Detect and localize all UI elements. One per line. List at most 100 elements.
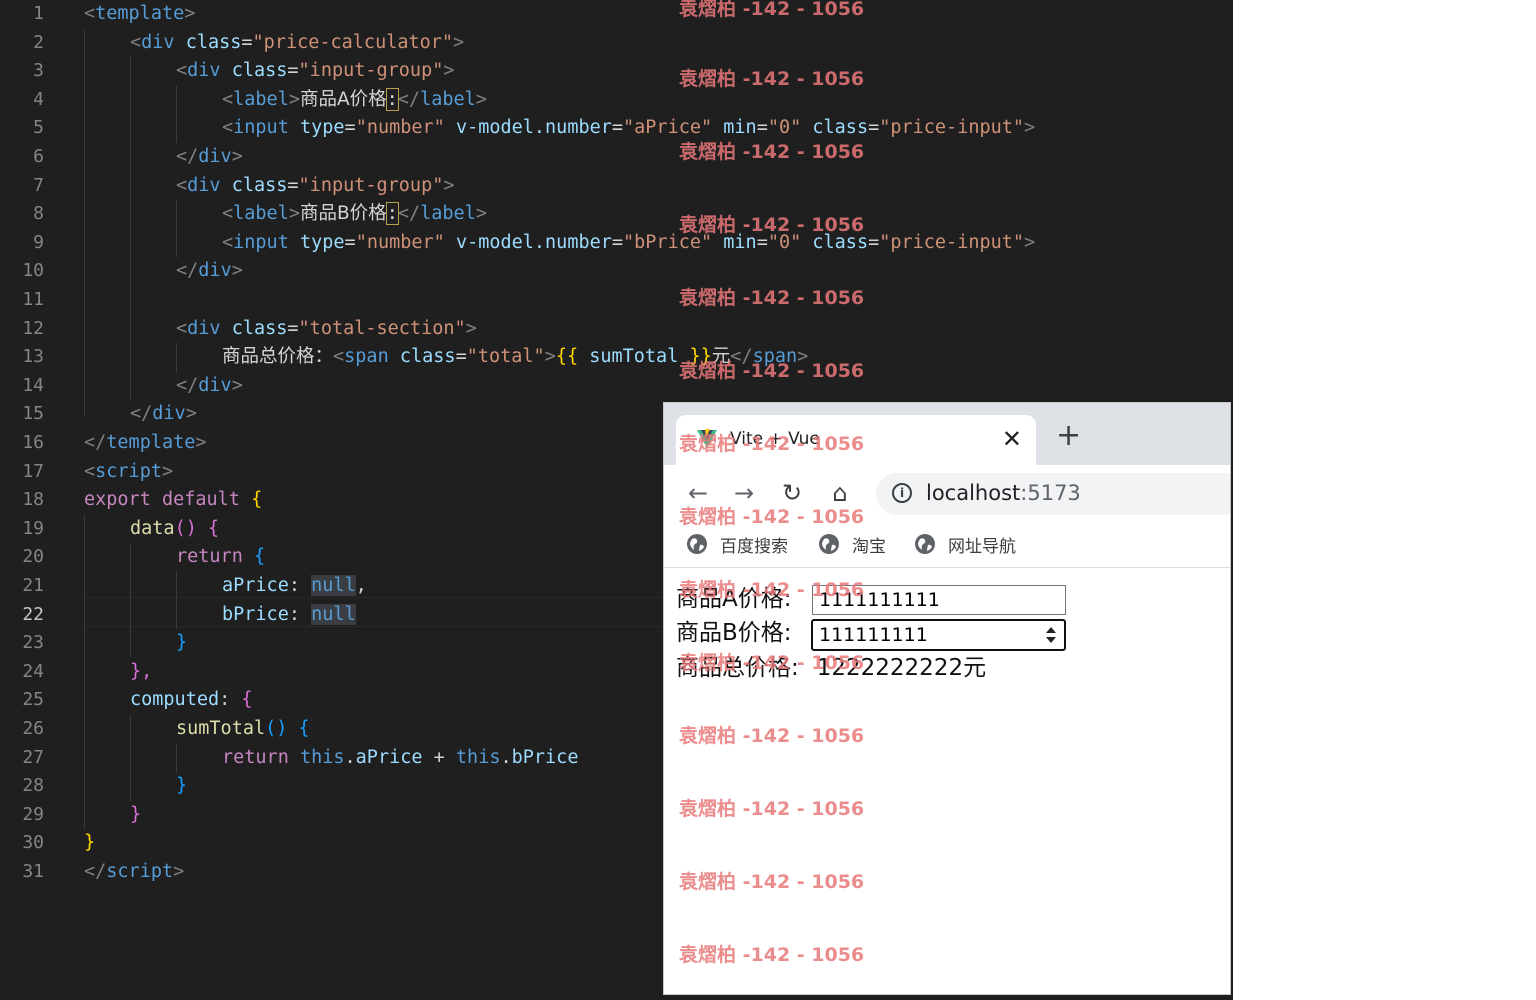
line-number: 16	[22, 432, 44, 453]
code-line: 商品总价格：<span class="total">{{ sumTotal }}…	[222, 346, 809, 368]
code-line: }	[130, 803, 142, 825]
indent-guide	[176, 572, 177, 629]
line-number: 24	[22, 660, 44, 682]
tab-bar: Vite + Vue ✕ +	[664, 403, 1230, 465]
code-line: </div>	[176, 260, 243, 282]
url-text: localhost:5173	[926, 481, 1081, 505]
line-number: 9	[33, 231, 44, 253]
code-line: <script>	[84, 460, 174, 482]
line-number: 15	[22, 403, 44, 425]
browser-window: Vite + Vue ✕ + ← → ↻ ⌂ i localhost:5173 …	[663, 402, 1231, 995]
bookmark-item[interactable]: 百度搜索	[686, 531, 788, 557]
line-number: 10	[22, 260, 44, 282]
code-line: </template>	[84, 432, 207, 453]
code-line: return {	[176, 546, 266, 568]
code-line: </div>	[176, 146, 243, 167]
close-tab-icon[interactable]: ✕	[1002, 425, 1022, 453]
bookmark-item[interactable]: 淘宝	[818, 531, 886, 557]
line-number: 4	[33, 88, 44, 110]
number-spinner-icon[interactable]	[1046, 626, 1056, 644]
line-number: 21	[22, 575, 44, 596]
line-number: 2	[33, 31, 44, 53]
line-number: 30	[22, 832, 44, 854]
line-number: 8	[33, 203, 44, 225]
code-line: }	[176, 775, 188, 797]
line-number: 3	[33, 60, 44, 82]
code-line: <input type="number" v-model.number="aPr…	[222, 117, 1036, 139]
line-number: 31	[22, 861, 44, 882]
bookmark-item[interactable]: 网址导航	[914, 531, 1016, 557]
code-line: }	[84, 832, 96, 854]
code-line: },	[130, 660, 153, 682]
globe-icon	[687, 534, 707, 554]
site-info-icon[interactable]: i	[892, 483, 912, 503]
bookmarks-bar: 百度搜索 淘宝 网址导航	[664, 521, 1230, 568]
code-line: computed: {	[130, 689, 253, 711]
line-number: 5	[33, 117, 44, 139]
line-number: 11	[22, 289, 44, 310]
line-number: 26	[22, 718, 44, 739]
code-line: sumTotal() {	[176, 718, 310, 739]
indent-guide	[84, 514, 85, 829]
code-line: data() {	[130, 517, 220, 539]
code-line: return this.aPrice + this.bPrice	[222, 746, 579, 768]
price-b-label: 商品B价格:	[676, 620, 792, 646]
new-tab-button[interactable]: +	[1056, 421, 1081, 451]
price-a-label: 商品A价格:	[676, 586, 792, 612]
price-b-input[interactable]: 111111111	[811, 619, 1066, 651]
home-icon[interactable]: ⌂	[824, 477, 856, 509]
code-line: </div>	[176, 374, 243, 396]
code-line: }	[176, 632, 188, 654]
input-group-b: 商品B价格:	[676, 616, 792, 650]
code-line: <div class="input-group">	[176, 174, 455, 196]
code-line: aPrice: null,	[222, 575, 367, 596]
total-section: 商品总价格: 1222222222元	[676, 651, 986, 685]
line-number: 17	[22, 460, 44, 482]
globe-icon	[819, 534, 839, 554]
line-number: 7	[33, 174, 44, 196]
line-number: 25	[22, 689, 44, 711]
line-number: 28	[22, 775, 44, 797]
bookmark-label: 百度搜索	[720, 536, 788, 557]
line-number: 20	[22, 546, 44, 568]
indent-guide	[176, 743, 177, 773]
globe-icon	[915, 534, 935, 554]
line-number: 6	[33, 146, 44, 167]
bookmark-label: 淘宝	[852, 536, 886, 557]
browser-toolbar: ← → ↻ ⌂ i localhost:5173	[664, 465, 1230, 521]
code-line: bPrice: null	[222, 603, 356, 625]
address-bar[interactable]: i localhost:5173	[876, 473, 1230, 515]
tab-vite-vue[interactable]: Vite + Vue ✕	[676, 415, 1036, 465]
indent-guide	[84, 28, 85, 415]
price-b-value: 111111111	[819, 624, 928, 646]
total-value: 1222222222元	[816, 655, 987, 681]
line-number: 18	[22, 489, 44, 511]
line-number: 13	[22, 346, 44, 368]
indent-guide	[130, 543, 131, 658]
reload-icon[interactable]: ↻	[776, 477, 808, 509]
indent-guide	[176, 200, 177, 258]
price-a-input[interactable]: 1111111111	[812, 585, 1066, 615]
code-line: <template>	[84, 3, 196, 24]
bookmark-label: 网址导航	[948, 536, 1016, 557]
page-content: 商品A价格: 1111111111 商品B价格: 111111111 商品总价格…	[664, 568, 1230, 994]
line-number: 14	[22, 374, 44, 396]
code-line: <input type="number" v-model.number="bPr…	[222, 231, 1036, 253]
code-line: <div class="price-calculator">	[130, 31, 465, 53]
line-number: 12	[22, 317, 44, 339]
line-number: 1	[33, 3, 44, 24]
forward-arrow-icon[interactable]: →	[728, 477, 760, 509]
code-line: <label>商品B价格:</label>	[222, 202, 487, 226]
code-line: <label>商品A价格:</label>	[222, 87, 487, 111]
line-number: 19	[22, 517, 44, 539]
back-arrow-icon[interactable]: ←	[682, 477, 714, 509]
input-group-a: 商品A价格:	[676, 582, 791, 616]
line-number: 27	[22, 746, 44, 768]
total-label: 商品总价格:	[676, 655, 799, 681]
indent-guide	[176, 343, 177, 373]
vite-logo-icon	[697, 429, 717, 448]
indent-guide	[176, 85, 177, 143]
code-line: </div>	[130, 403, 197, 425]
line-number: 29	[22, 803, 44, 825]
indent-guide	[130, 715, 131, 801]
